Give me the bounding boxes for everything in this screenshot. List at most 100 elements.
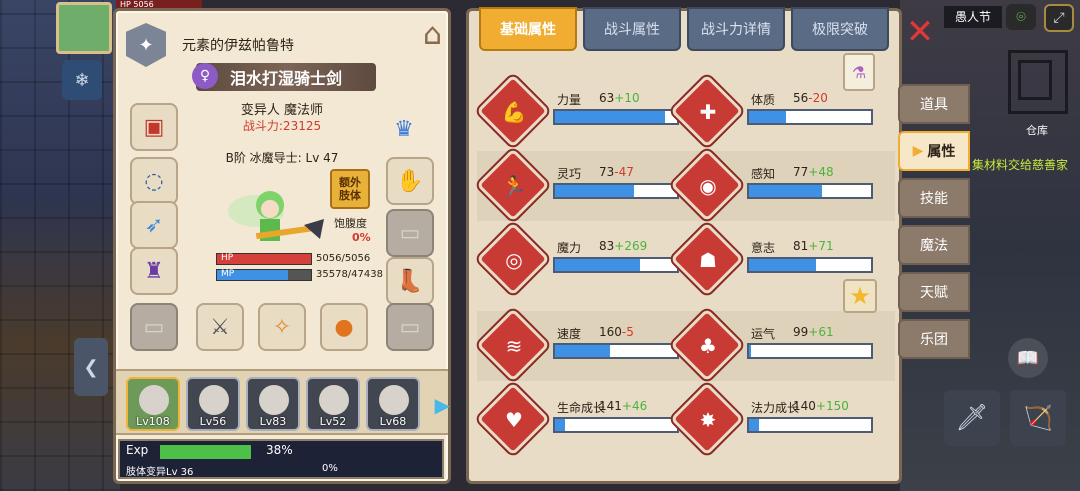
active-arrow-icon: ▶ (912, 143, 924, 159)
party-member-level: Lv52 (319, 415, 347, 428)
attribute-item[interactable]: 🏃 灵巧 73-47 (476, 148, 679, 222)
star-icon[interactable]: ★ (843, 279, 877, 313)
leader-avatar[interactable] (56, 2, 112, 54)
trophy-slot[interactable]: ♛ (386, 111, 422, 147)
attribute-bar-fill (555, 345, 610, 357)
exp-bar-fill (160, 445, 252, 459)
attribute-name: 速度 (557, 327, 582, 341)
running-man-icon: 🏃 (501, 174, 527, 198)
class-emblem-icon: ✦ (126, 23, 166, 67)
weapon-name-plate[interactable]: ♀ 泪水打湿骑士剑 (192, 63, 376, 91)
attribute-item[interactable]: ≋ 速度 160-5 (476, 308, 679, 382)
attribute-base: 99 (793, 325, 809, 339)
glove-slot[interactable]: ✋ (386, 157, 434, 205)
attribute-modifier: +61 (808, 325, 834, 339)
attribute-tabs: 基础属性 战斗属性 战斗力详情 极限突破 (479, 7, 889, 57)
pumpkin-icon: ● (334, 314, 354, 340)
attribute-modifier: +71 (808, 239, 834, 253)
attribute-bar (553, 257, 679, 273)
attribute-name: 灵巧 (557, 167, 582, 181)
boots-icon: 👢 (396, 268, 424, 294)
tab-limit-break[interactable]: 极限突破 (791, 7, 889, 51)
party-member-level: Lv108 (136, 415, 170, 428)
chicken-toy-icon: ✧ (272, 314, 292, 340)
limb-mutation-label: 肢体变异Lv 36 (126, 467, 194, 478)
helmet-slot[interactable]: ▣ (130, 103, 178, 151)
side-menu-item[interactable]: 乐团 (898, 319, 970, 359)
weapon-slot[interactable]: ➶ (130, 201, 178, 249)
attribute-bar-fill (749, 419, 759, 431)
side-menu-item[interactable]: 天赋 (898, 272, 970, 312)
mp-value: 35578/47438 (316, 269, 383, 280)
satiety-value: 0% (352, 231, 371, 244)
side-menu: 道具 ▶ 属性技能魔法天赋乐团 (898, 84, 974, 366)
hanger-icon[interactable]: ⌂ (423, 17, 442, 52)
character-sprite[interactable] (216, 181, 326, 263)
attribute-base: 63 (599, 91, 615, 105)
side-menu-item[interactable]: 技能 (898, 178, 970, 218)
empty-slot-right-1[interactable]: ▭ (386, 209, 434, 257)
expand-icon[interactable]: ⤢ (1044, 4, 1074, 32)
attribute-item[interactable]: ◎ 魔力 83+269 (476, 222, 679, 296)
muscle-arm-icon: 💪 (501, 100, 527, 124)
tab-basic-attributes[interactable]: 基础属性 (479, 7, 577, 51)
accessory-slot-2[interactable]: ● (320, 303, 368, 351)
party-member[interactable]: Lv52 (306, 377, 360, 431)
clover-icon: ♣ (699, 334, 717, 358)
tab-battle-attributes[interactable]: 战斗属性 (583, 7, 681, 51)
side-menu-label: 技能 (920, 191, 948, 207)
next-party-arrow-icon[interactable]: ▶ (435, 393, 450, 417)
attribute-item[interactable]: ♣ 运气 99+61 (670, 308, 873, 382)
book-icon[interactable]: 📖 (1008, 338, 1048, 378)
attribute-item[interactable]: ◉ 感知 77+48 (670, 148, 873, 222)
snowflake-icon[interactable]: ❄ (62, 60, 102, 100)
attribute-item[interactable]: ✚ 体质 56-20 (670, 74, 873, 148)
attribute-name: 力量 (557, 93, 582, 107)
party-member[interactable]: Lv68 (366, 377, 420, 431)
empty-slot-right-2[interactable]: ▭ (386, 303, 434, 351)
hp-label: HP (221, 253, 234, 263)
attribute-name: 体质 (751, 93, 776, 107)
attribute-modifier: +46 (621, 399, 648, 413)
side-menu-label: 道具 (920, 97, 948, 113)
side-menu-item[interactable]: 道具 (898, 84, 970, 124)
attribute-item[interactable]: 💪 力量 63+10 (476, 74, 679, 148)
empty-slot-left[interactable]: ▭ (130, 303, 178, 351)
party-member[interactable]: Lv56 (186, 377, 240, 431)
attribute-base: 81 (793, 239, 809, 253)
accessory-slot-1[interactable]: ✧ (258, 303, 306, 351)
attribute-base: 160 (599, 325, 622, 339)
extra-limb-button[interactable]: 额外 肢体 (330, 169, 370, 209)
attribute-item[interactable]: ☗ 意志 81+71 (670, 222, 873, 296)
offhand-slot[interactable]: ⚔ (196, 303, 244, 351)
attribute-bar-fill (749, 111, 786, 123)
hp-value: 5056/5056 (316, 253, 371, 264)
boots-slot[interactable]: 👢 (386, 257, 434, 305)
party-member-level: Lv83 (259, 415, 287, 428)
left-arrow-icon[interactable]: ❮ (74, 338, 108, 396)
close-icon[interactable]: ✕ (900, 12, 940, 52)
sword-skill-icon[interactable]: 🗡 (944, 390, 1000, 446)
side-menu-label: 乐团 (920, 332, 948, 348)
mp-label: MP (221, 269, 235, 279)
attribute-bar (747, 183, 873, 199)
attribute-name: 感知 (751, 167, 776, 181)
exp-row: Exp 38% (126, 443, 436, 459)
party-member[interactable]: Lv108 (126, 377, 180, 431)
attribute-base: 77 (793, 165, 809, 179)
event-label[interactable]: 愚人节 (944, 6, 1002, 28)
side-menu-item[interactable]: 魔法 (898, 225, 970, 265)
character-header: ✦ 元素的伊兹帕鲁特 (126, 23, 436, 67)
side-menu-item[interactable]: ▶ 属性 (898, 131, 970, 171)
head-silhouette-icon: ☗ (699, 248, 717, 272)
party-member[interactable]: Lv83 (246, 377, 300, 431)
necklace-slot[interactable]: ◌ (130, 157, 178, 205)
bow-skill-icon[interactable]: 🏹 (1010, 390, 1066, 446)
attribute-value: 77+48 (793, 165, 834, 179)
warehouse-label[interactable]: 仓库 (1026, 122, 1048, 138)
attribute-item[interactable]: ✸ 法力成长 140+150 (670, 382, 873, 456)
attribute-item[interactable]: ♥ 生命成长 141+46 (476, 382, 679, 456)
attribute-value: 99+61 (793, 325, 834, 339)
armor-slot[interactable]: ♜ (130, 247, 178, 295)
tab-power-details[interactable]: 战斗力详情 (687, 7, 785, 51)
